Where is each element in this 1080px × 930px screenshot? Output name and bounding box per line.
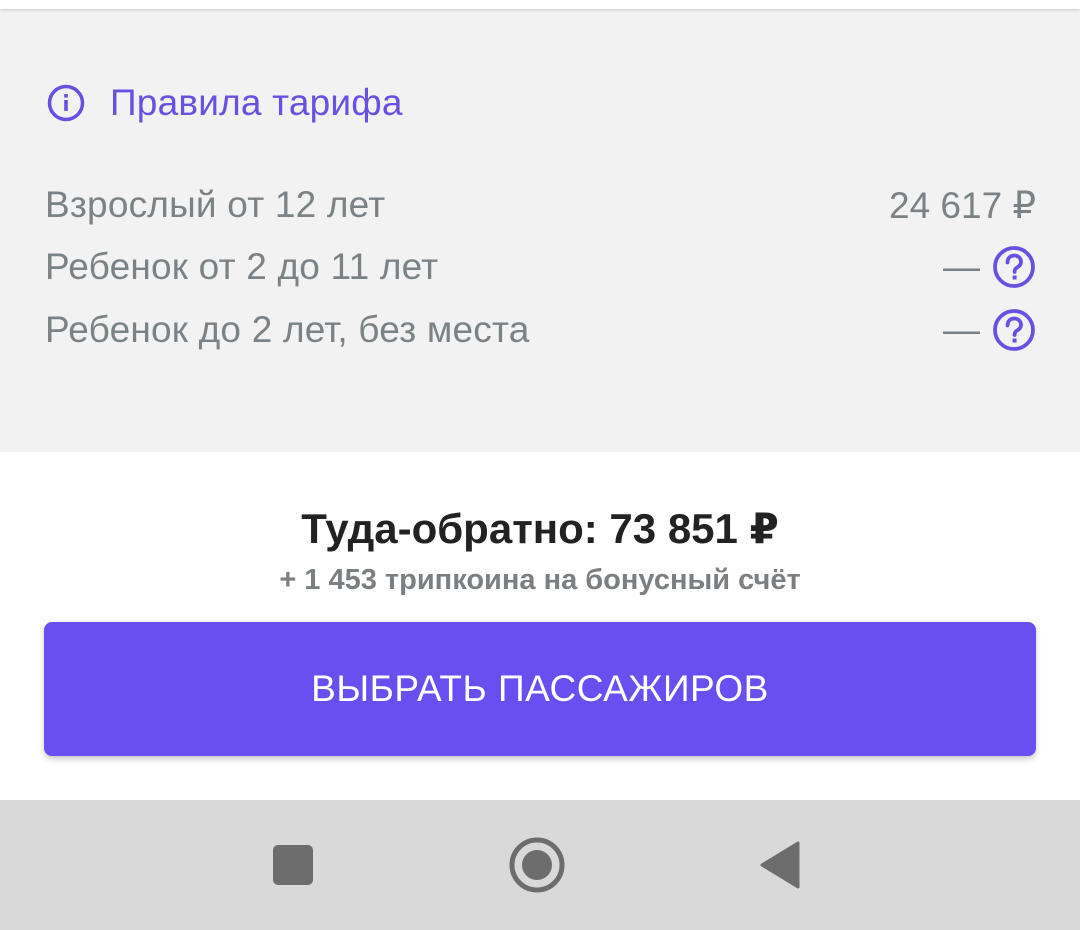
- home-button[interactable]: [502, 832, 572, 902]
- fare-row-name: Ребенок до 2 лет, без места: [45, 309, 530, 350]
- fare-row-price: —: [943, 309, 980, 350]
- fare-row-name: Ребенок от 2 до 11 лет: [45, 246, 439, 287]
- screen: Правила тарифа Взрослый от 12 лет 24 617…: [0, 0, 1080, 930]
- fare-row-child: Ребенок от 2 до 11 лет —: [45, 242, 1036, 292]
- fare-panel: Правила тарифа Взрослый от 12 лет 24 617…: [0, 9, 1080, 452]
- fare-row-price: 24 617 ₽: [889, 184, 1036, 226]
- fare-rules-link[interactable]: Правила тарифа: [46, 82, 403, 124]
- top-divider: [0, 0, 1080, 9]
- triangle-back-icon: [758, 840, 802, 895]
- bonus-coins-note: + 1 453 трипкоина на бонусный счёт: [279, 564, 801, 596]
- fare-row-price: —: [943, 246, 980, 287]
- question-circle-icon[interactable]: [992, 245, 1036, 289]
- fare-row-price-wrap: —: [943, 308, 1036, 352]
- fare-row-infant: Ребенок до 2 лет, без места —: [45, 305, 1036, 355]
- select-passengers-label: ВЫБРАТЬ ПАССАЖИРОВ: [311, 668, 769, 709]
- square-icon: [272, 844, 314, 891]
- info-circle-icon: [46, 83, 86, 123]
- recents-button[interactable]: [258, 832, 328, 902]
- circle-home-icon: [508, 836, 566, 899]
- back-button[interactable]: [745, 832, 815, 902]
- fare-row-name: Взрослый от 12 лет: [45, 184, 386, 225]
- fare-rules-label: Правила тарифа: [110, 82, 403, 123]
- select-passengers-button[interactable]: ВЫБРАТЬ ПАССАЖИРОВ: [44, 622, 1036, 756]
- question-circle-icon[interactable]: [992, 308, 1036, 352]
- fare-row-price-wrap: —: [943, 245, 1036, 289]
- round-trip-total: Туда-обратно: 73 851 ₽: [301, 505, 779, 552]
- fare-row-adult: Взрослый от 12 лет 24 617 ₽: [45, 180, 1036, 230]
- summary-section: Туда-обратно: 73 851 ₽ + 1 453 трипкоина…: [0, 452, 1080, 800]
- system-nav-bar: [0, 800, 1080, 930]
